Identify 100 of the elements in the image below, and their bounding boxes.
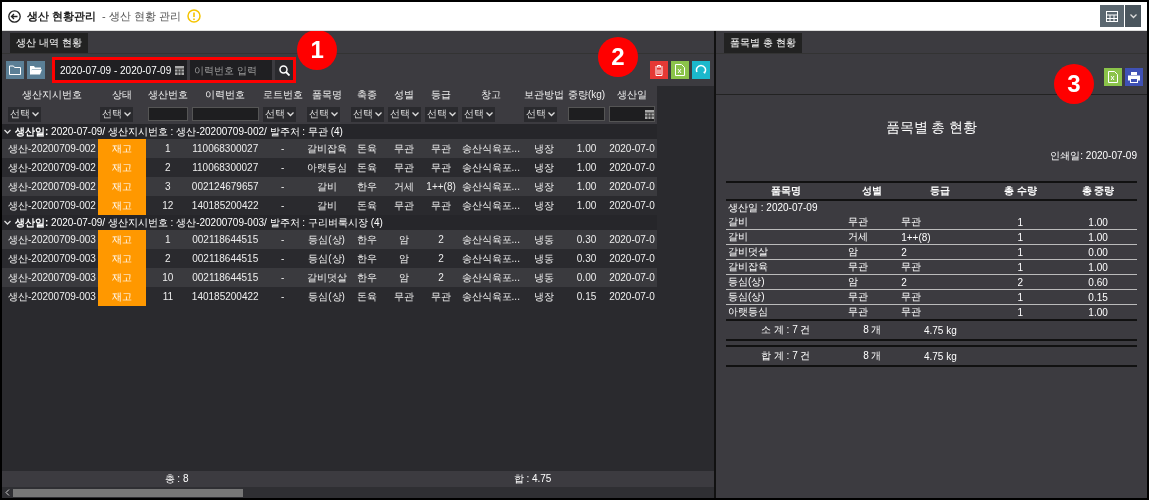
column-header[interactable]: 등급 bbox=[422, 86, 460, 104]
table-cell: 0.00 bbox=[1059, 244, 1137, 260]
column-header: 성별 bbox=[845, 182, 900, 200]
status-badge: 재고 bbox=[97, 268, 146, 287]
status-badge: 재고 bbox=[97, 230, 146, 249]
table-cell: 송산식육포... bbox=[459, 177, 522, 196]
column-header[interactable]: 품목명 bbox=[304, 86, 349, 104]
filter-select[interactable]: 선택 bbox=[350, 106, 384, 122]
table-cell: 돈육 bbox=[348, 158, 386, 177]
filter-select[interactable]: 선택 bbox=[424, 106, 458, 122]
callout-badge: 2 bbox=[598, 37, 638, 77]
date-filter-field[interactable] bbox=[609, 106, 655, 122]
caret-icon bbox=[286, 111, 294, 117]
status-badge: 재고 bbox=[97, 287, 146, 306]
table-cell: 1 bbox=[981, 244, 1060, 260]
print-button[interactable] bbox=[1125, 68, 1143, 86]
table-cell: 무관 bbox=[899, 259, 982, 275]
table-cell: 생산-20200709-003 bbox=[6, 249, 98, 268]
column-header[interactable]: 생산번호 bbox=[145, 86, 190, 104]
print-date: 인쇄일: 2020-07-09 bbox=[1049, 149, 1137, 163]
table-cell: 1 bbox=[145, 230, 190, 249]
search-field[interactable]: 이력번호 입력 bbox=[190, 60, 273, 80]
table-cell: 1++(8) bbox=[899, 229, 982, 245]
table-cell: 등심(상) bbox=[726, 274, 846, 290]
caret-icon bbox=[448, 111, 456, 117]
table-cell: 002118644515 bbox=[189, 249, 261, 268]
table-cell: 무관 bbox=[899, 215, 982, 230]
table-cell: 0.30 bbox=[565, 249, 608, 268]
column-header[interactable]: 생산지시번호 bbox=[6, 86, 98, 104]
table-cell: 암 bbox=[385, 230, 423, 249]
filter-select[interactable]: 선택 bbox=[523, 106, 557, 122]
total-count: 총 : 8 bbox=[164, 472, 189, 486]
delete-button[interactable] bbox=[650, 61, 668, 79]
panel-tab[interactable]: 생산 내역 현황 bbox=[10, 33, 88, 53]
column-header[interactable]: 성별 bbox=[385, 86, 423, 104]
table-cell: 2020-07-0 bbox=[607, 249, 657, 268]
filter-input[interactable] bbox=[567, 107, 606, 121]
warning-icon bbox=[186, 9, 201, 23]
table-cell: 2 bbox=[145, 158, 190, 177]
column-header[interactable]: 보관방법 bbox=[521, 86, 566, 104]
table-cell: 등심(상) bbox=[726, 289, 846, 305]
table-cell: 한우 bbox=[348, 268, 386, 287]
chevron-down-icon[interactable] bbox=[4, 219, 11, 226]
table-cell: 1.00 bbox=[1059, 215, 1137, 230]
column-header: 총 수량 bbox=[981, 182, 1060, 200]
page-subtitle: - 생산 현황 관리 bbox=[102, 8, 181, 24]
table-cell: 2 bbox=[899, 274, 982, 290]
column-header[interactable]: 로트번호 bbox=[260, 86, 305, 104]
trash-icon bbox=[654, 64, 664, 76]
scroll-left-icon[interactable] bbox=[5, 489, 10, 496]
table-cell: 무관 bbox=[845, 215, 900, 230]
back-icon[interactable] bbox=[8, 9, 21, 23]
filter-select[interactable]: 선택 bbox=[99, 106, 133, 122]
page-title: 생산 현황관리 bbox=[27, 8, 97, 24]
column-header[interactable]: 중량(kg) bbox=[565, 86, 608, 104]
table-cell: 송산식육포... bbox=[459, 158, 522, 177]
table-cell: 생산-20200709-003 bbox=[6, 268, 98, 287]
chevron-down-icon[interactable] bbox=[4, 128, 11, 135]
table-cell: 2 bbox=[422, 268, 460, 287]
date-range-field[interactable]: 2020-07-09 - 2020-07-09 bbox=[55, 60, 188, 80]
filter-select[interactable]: 선택 bbox=[8, 106, 41, 122]
table-cell: 갈비 bbox=[726, 229, 846, 245]
table-cell: 갈비잡육 bbox=[304, 139, 349, 158]
table-cell: 송산식육포... bbox=[459, 249, 522, 268]
column-header[interactable]: 생산일 bbox=[607, 86, 657, 104]
subtotal-label: 소 계 : 7 건 bbox=[726, 320, 846, 340]
table-cell: 한우 bbox=[348, 230, 386, 249]
filter-input[interactable] bbox=[191, 107, 259, 121]
horizontal-scrollbar[interactable] bbox=[2, 487, 714, 498]
total-count: 8 개 bbox=[845, 346, 900, 366]
search-button[interactable] bbox=[275, 60, 294, 80]
column-header[interactable]: 축종 bbox=[348, 86, 386, 104]
table-cell: 1 bbox=[981, 215, 1060, 230]
refresh-button[interactable] bbox=[692, 61, 710, 79]
table-cell: 1.00 bbox=[565, 139, 608, 158]
table-cell: 등심(상) bbox=[304, 249, 349, 268]
filter-select[interactable]: 선택 bbox=[387, 106, 421, 122]
status-badge: 재고 bbox=[97, 139, 146, 158]
table-cell: 2020-07-0 bbox=[607, 268, 657, 287]
caret-icon bbox=[1129, 13, 1137, 19]
column-header[interactable]: 상태 bbox=[97, 86, 146, 104]
column-header[interactable]: 이력번호 bbox=[189, 86, 261, 104]
filter-select[interactable]: 선택 bbox=[306, 106, 340, 122]
panel-tab[interactable]: 품목별 총 현황 bbox=[724, 33, 802, 53]
filter-select[interactable]: 선택 bbox=[262, 106, 296, 122]
open-folder-button[interactable] bbox=[27, 61, 45, 79]
table-cell: 무관 bbox=[845, 289, 900, 305]
dropdown-button[interactable] bbox=[1125, 5, 1141, 27]
table-cell: 거세 bbox=[385, 177, 423, 196]
table-cell: 140185200422 bbox=[189, 196, 261, 215]
filter-input[interactable] bbox=[147, 107, 188, 121]
caret-icon bbox=[123, 111, 131, 117]
grid-view-button[interactable] bbox=[1100, 5, 1124, 27]
column-header[interactable]: 창고 bbox=[459, 86, 522, 104]
caret-icon bbox=[330, 111, 338, 117]
filter-select[interactable]: 선택 bbox=[461, 106, 495, 122]
subtotal-weight: 4.75 kg bbox=[899, 320, 982, 340]
total-label: 합 계 : 7 건 bbox=[726, 346, 846, 366]
table-cell: 송산식육포... bbox=[459, 230, 522, 249]
folder-button[interactable] bbox=[6, 61, 24, 79]
